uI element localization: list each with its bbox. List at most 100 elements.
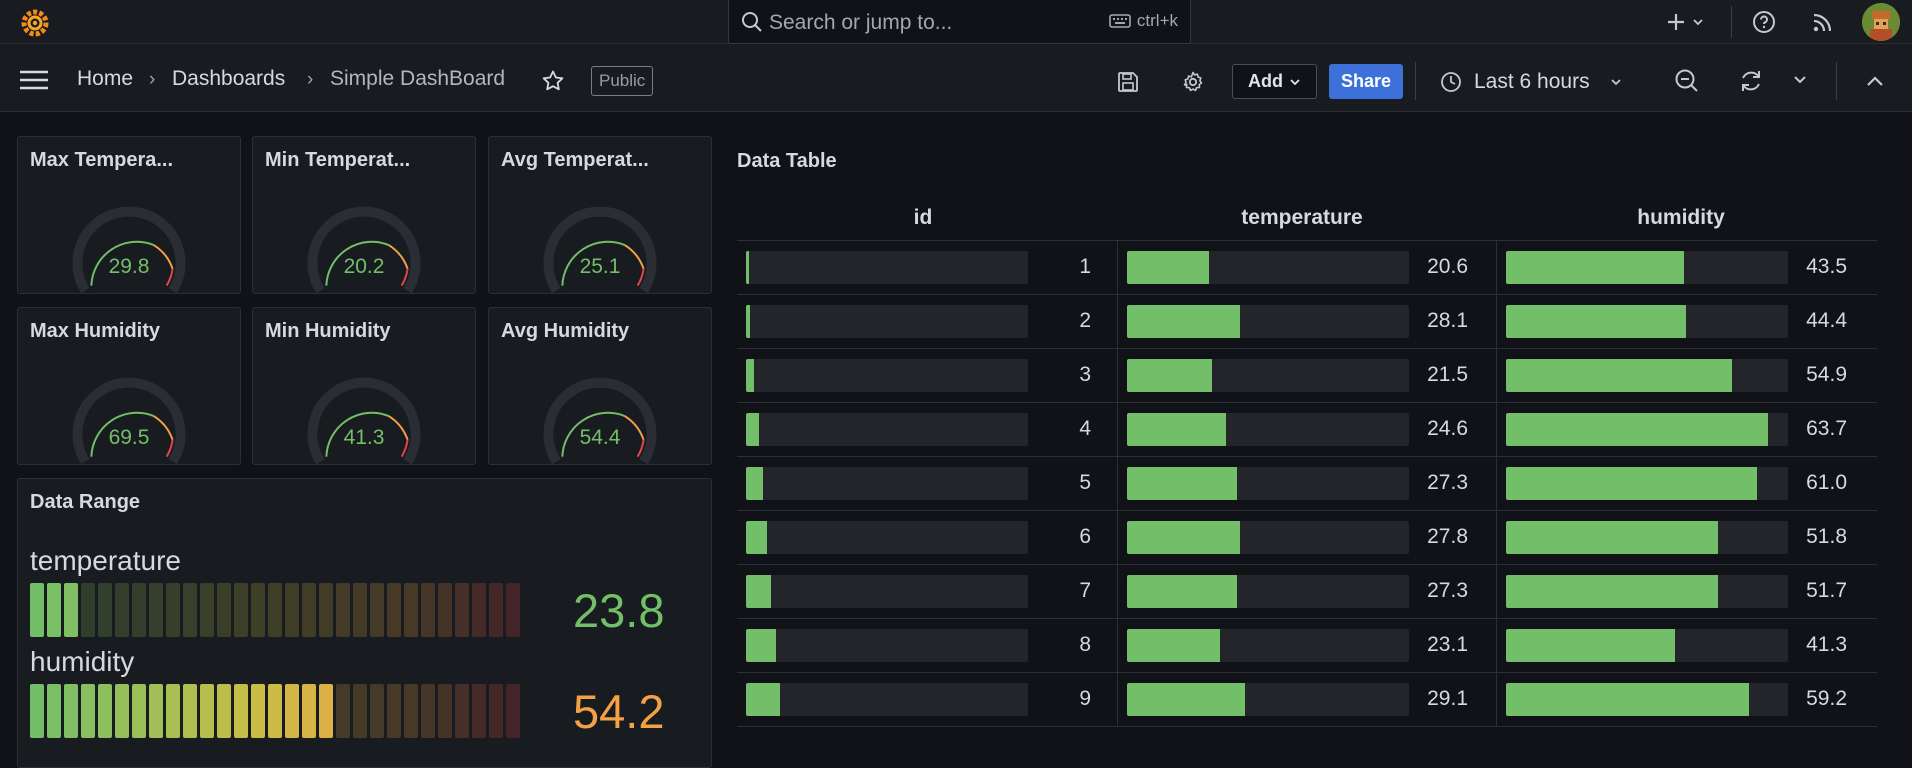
cell-bar-fill [746, 305, 751, 338]
add-button[interactable]: Add [1232, 64, 1317, 99]
bar-gauge-cell [217, 684, 231, 738]
cell-bar-gauge [746, 467, 1028, 500]
bar-gauge-cell [455, 684, 469, 738]
table-row[interactable]: 3 21.5 54.9 [737, 348, 1877, 403]
cell-value: 51.8 [1806, 525, 1847, 548]
save-dashboard-button[interactable] [1114, 68, 1142, 96]
table-cell-humidity: 63.7 [1496, 403, 1877, 457]
gauge-panel[interactable]: Avg Humidity 54.4 [488, 307, 712, 465]
cell-value: 59.2 [1806, 687, 1847, 710]
cell-value: 27.3 [1427, 579, 1468, 602]
time-range-picker[interactable]: Last 6 hours [1440, 64, 1622, 99]
breadcrumb-home[interactable]: Home [77, 67, 133, 91]
table-row[interactable]: 5 27.3 61.0 [737, 456, 1877, 511]
table-row[interactable]: 2 28.1 44.4 [737, 294, 1877, 349]
grafana-logo-icon[interactable] [18, 5, 52, 39]
cell-bar-gauge [1506, 575, 1788, 608]
collapse-nav-button[interactable] [1862, 68, 1888, 94]
gauge-value: 54.4 [579, 426, 621, 449]
table-cell-temperature: 29.1 [1117, 673, 1497, 727]
table-row[interactable]: 9 29.1 59.2 [737, 672, 1877, 727]
bar-gauge-cell [166, 583, 180, 637]
cell-value: 9 [1079, 687, 1091, 710]
breadcrumb-dashboards[interactable]: Dashboards [172, 67, 285, 91]
table-row[interactable]: 1 20.6 43.5 [737, 240, 1877, 295]
cell-bar-fill [1506, 359, 1732, 392]
cell-bar-fill [1127, 359, 1212, 392]
cell-bar-fill [1506, 683, 1749, 716]
gauge-value: 20.2 [343, 255, 385, 278]
gauge-panel[interactable]: Max Tempera... 29.8 [17, 136, 241, 294]
cell-bar-gauge [746, 521, 1028, 554]
bar-gauge-cell [234, 583, 248, 637]
cell-bar-gauge [1127, 359, 1409, 392]
gauge-arc-icon [72, 377, 186, 465]
gauge-panel[interactable]: Max Humidity 69.5 [17, 307, 241, 465]
bar-gauge-cell [438, 684, 452, 738]
table-row[interactable]: 6 27.8 51.8 [737, 510, 1877, 565]
bar-gauge-cell [489, 583, 503, 637]
table-cell-id: 5 [737, 457, 1117, 511]
data-range-panel[interactable]: Data Range temperature 23.8 humidity 54.… [17, 478, 712, 768]
avatar[interactable] [1862, 3, 1900, 41]
table-cell-humidity: 51.7 [1496, 565, 1877, 619]
breadcrumb-separator: › [307, 69, 314, 90]
news-button[interactable] [1809, 8, 1837, 36]
chevron-down-icon [1693, 19, 1703, 26]
add-button-label: Add [1248, 71, 1283, 91]
dashboard-settings-button[interactable] [1179, 68, 1207, 96]
gauge-panel[interactable]: Min Temperat... 20.2 [252, 136, 476, 294]
table-cell-humidity: 59.2 [1496, 673, 1877, 727]
bar-gauge-cell [217, 583, 231, 637]
new-button[interactable] [1664, 8, 1706, 36]
cell-bar-gauge [746, 575, 1028, 608]
table-cell-id: 1 [737, 241, 1117, 295]
cell-bar-gauge [746, 629, 1028, 662]
bar-gauge-cell [183, 684, 197, 738]
table-cell-id: 7 [737, 565, 1117, 619]
cell-bar-fill [1127, 467, 1237, 500]
table-cell-id: 3 [737, 349, 1117, 403]
table-cell-humidity: 43.5 [1496, 241, 1877, 295]
column-header-id[interactable]: id [737, 206, 1109, 230]
refresh-button[interactable] [1736, 66, 1766, 96]
star-button[interactable] [540, 68, 566, 94]
table-cell-humidity: 54.9 [1496, 349, 1877, 403]
zoom-out-button[interactable] [1672, 66, 1702, 96]
cell-bar-fill [1506, 251, 1684, 284]
cell-bar-gauge [746, 413, 1028, 446]
gauge-arc-icon [543, 377, 657, 465]
bar-gauge-cell [64, 684, 78, 738]
help-button[interactable] [1750, 8, 1778, 36]
gauge-value: 41.3 [343, 426, 385, 449]
table-cell-id: 6 [737, 511, 1117, 565]
menu-toggle-button[interactable] [18, 66, 50, 94]
cell-value: 4 [1079, 417, 1091, 440]
column-header-humidity[interactable]: humidity [1496, 206, 1866, 230]
cell-bar-fill [1127, 251, 1209, 284]
cell-bar-fill [746, 467, 763, 500]
bar-gauge-cell [200, 583, 214, 637]
star-icon [542, 70, 564, 91]
table-cell-humidity: 51.8 [1496, 511, 1877, 565]
gauge-panel[interactable]: Min Humidity 41.3 [252, 307, 476, 465]
table-cell-humidity: 41.3 [1496, 619, 1877, 673]
table-row[interactable]: 7 27.3 51.7 [737, 564, 1877, 619]
gauge-panel[interactable]: Avg Temperat... 25.1 [488, 136, 712, 294]
table-cell-id: 2 [737, 295, 1117, 349]
bar-gauge-cell [438, 583, 452, 637]
bar-gauge-cell [268, 583, 282, 637]
panel-title: Min Humidity [265, 320, 391, 342]
table-cell-temperature: 24.6 [1117, 403, 1497, 457]
table-row[interactable]: 4 24.6 63.7 [737, 402, 1877, 457]
column-header-temperature[interactable]: temperature [1117, 206, 1487, 230]
table-cell-id: 8 [737, 619, 1117, 673]
bar-gauge-cell [81, 583, 95, 637]
table-row[interactable]: 8 23.1 41.3 [737, 618, 1877, 673]
search-bar[interactable]: Search or jump to... ctrl+k [728, 0, 1191, 44]
bar-gauge-cell [64, 583, 78, 637]
refresh-interval-dropdown[interactable] [1790, 70, 1810, 90]
bar-gauge-cell [234, 684, 248, 738]
share-button[interactable]: Share [1329, 64, 1403, 99]
gauge-arc-icon [307, 377, 421, 465]
